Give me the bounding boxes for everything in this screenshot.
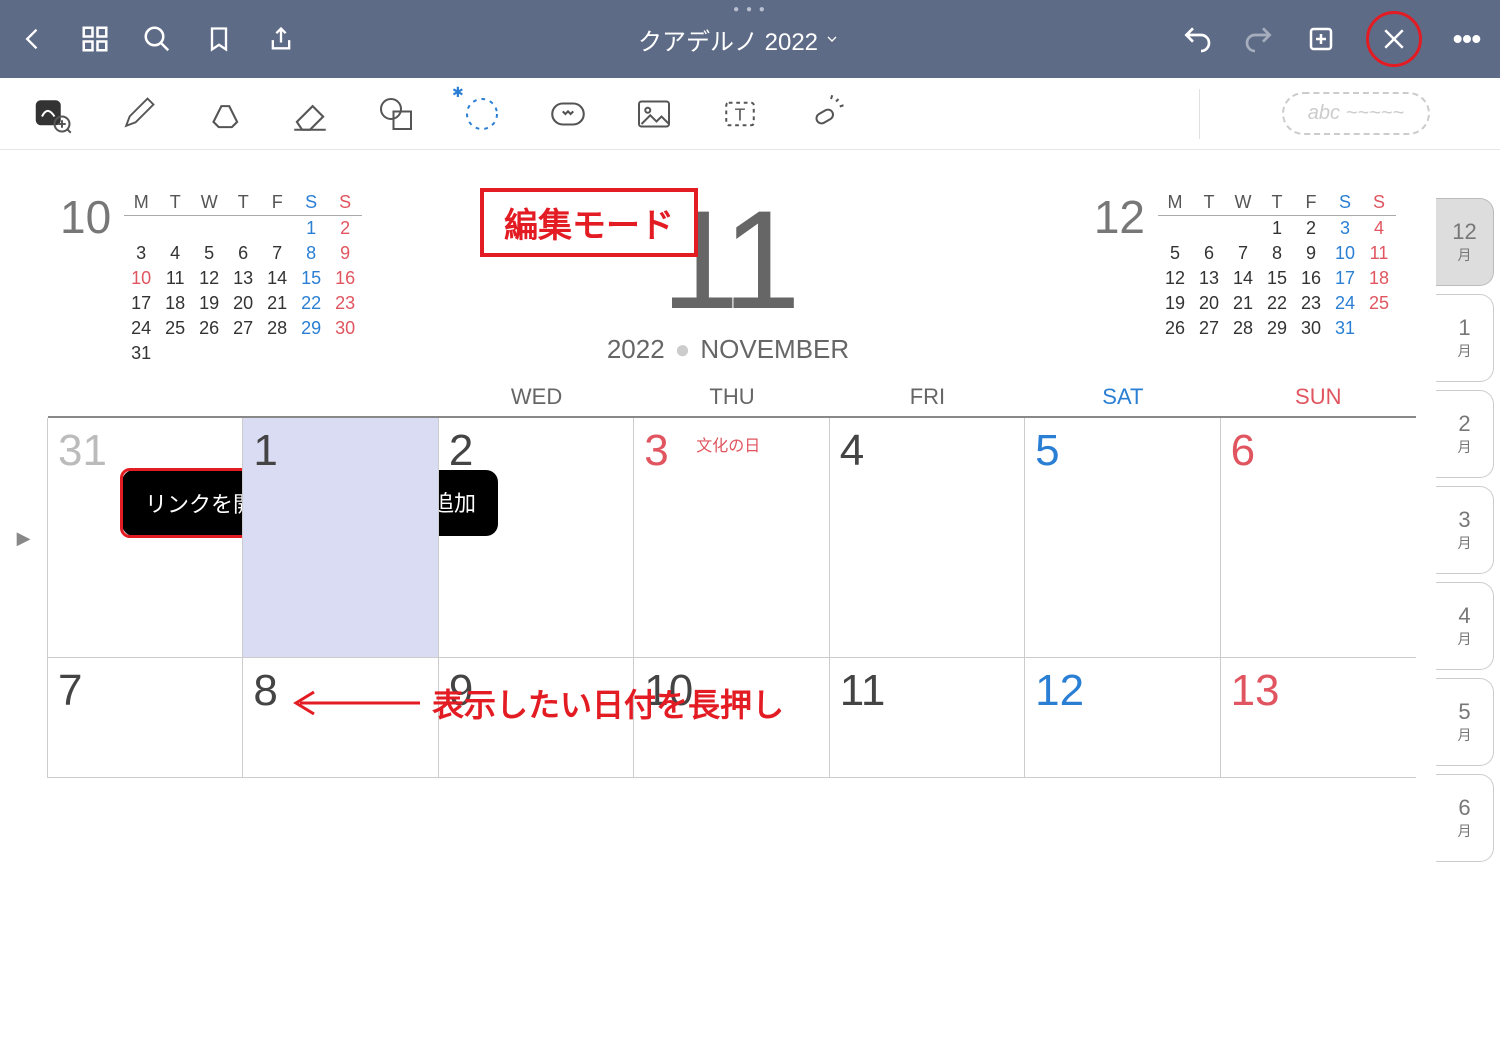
calendar-week-1: ▶31123文化の日456 bbox=[0, 418, 1436, 658]
shapes-tool-icon[interactable] bbox=[374, 92, 418, 136]
calendar-cell[interactable]: 31 bbox=[48, 418, 243, 658]
add-page-icon[interactable] bbox=[1304, 22, 1338, 56]
calendar-cell[interactable]: 4 bbox=[830, 418, 1025, 658]
weekday-thu: THU bbox=[634, 384, 829, 416]
lasso-tool-icon[interactable]: ✱ bbox=[460, 92, 504, 136]
mini-next-month-number: 12 bbox=[1094, 190, 1145, 244]
zoom-tool-icon[interactable] bbox=[30, 92, 74, 136]
calendar-cell[interactable]: 3文化の日 bbox=[634, 418, 829, 658]
month-tab-2[interactable]: 2月 bbox=[1436, 390, 1494, 478]
year-label: 2022 bbox=[607, 334, 665, 364]
mini-calendar-next[interactable]: 12 MTWTFSS123456789101112131415161718192… bbox=[1094, 190, 1396, 341]
calendar-cell[interactable]: 11 bbox=[830, 658, 1025, 778]
month-tab-12[interactable]: 12月 bbox=[1436, 198, 1494, 286]
redo-icon[interactable] bbox=[1242, 22, 1276, 56]
calendar-cell[interactable]: 2 bbox=[439, 418, 634, 658]
weekday-fri: FRI bbox=[830, 384, 1025, 416]
mini-prev-month-number: 10 bbox=[60, 190, 111, 244]
calendar-cell[interactable]: 7 bbox=[48, 658, 243, 778]
more-icon[interactable] bbox=[1450, 22, 1484, 56]
calendar-page: 編集モード 10 MTWTFSS123456789101112131415161… bbox=[0, 150, 1436, 1050]
chevron-down-icon bbox=[824, 31, 840, 47]
weekday-sat: SAT bbox=[1025, 384, 1220, 416]
week-gutter[interactable] bbox=[0, 658, 48, 778]
close-icon bbox=[1379, 24, 1409, 54]
calendar-cell[interactable]: 5 bbox=[1025, 418, 1220, 658]
month-tab-3[interactable]: 3月 bbox=[1436, 486, 1494, 574]
calendar-cell[interactable]: 12 bbox=[1025, 658, 1220, 778]
document-title-text: クアデルノ 2022 bbox=[638, 22, 818, 57]
sticker-tool-icon[interactable] bbox=[546, 92, 590, 136]
month-tabs: 12月 1月2月3月4月5月6月 bbox=[1436, 150, 1500, 1050]
titlebar: ● ● ● クアデルノ 2022 bbox=[0, 0, 1500, 78]
weekday-tue bbox=[243, 384, 438, 416]
document-title[interactable]: クアデルノ 2022 bbox=[298, 22, 1180, 57]
month-tab-5[interactable]: 5月 bbox=[1436, 678, 1494, 766]
calendar-cell[interactable]: 13 bbox=[1221, 658, 1416, 778]
search-icon[interactable] bbox=[140, 22, 174, 56]
calendar-cell[interactable]: 6 bbox=[1221, 418, 1416, 658]
back-icon[interactable] bbox=[16, 22, 50, 56]
weekday-mon bbox=[48, 384, 243, 416]
highlighter-tool-icon[interactable] bbox=[202, 92, 246, 136]
month-tab-4[interactable]: 4月 bbox=[1436, 582, 1494, 670]
laser-tool-icon[interactable] bbox=[804, 92, 848, 136]
bookmark-icon[interactable] bbox=[202, 22, 236, 56]
pen-tool-icon[interactable] bbox=[116, 92, 160, 136]
eraser-tool-icon[interactable] bbox=[288, 92, 332, 136]
annotation-edit-mode-label: 編集モード bbox=[480, 188, 698, 257]
month-name: NOVEMBER bbox=[700, 334, 849, 364]
thumbnails-icon[interactable] bbox=[78, 22, 112, 56]
svg-text:T: T bbox=[735, 104, 746, 124]
weekday-sun: SUN bbox=[1221, 384, 1416, 416]
handwriting-placeholder[interactable]: abc ~~~~~ bbox=[1282, 92, 1430, 135]
drawing-toolbar: ✱ T abc ~~~~~ bbox=[0, 78, 1500, 150]
weekday-header: WEDTHUFRISATSUN bbox=[0, 384, 1436, 416]
mini-calendar-prev[interactable]: 10 MTWTFSS123456789101112131415161718192… bbox=[60, 190, 362, 366]
image-tool-icon[interactable] bbox=[632, 92, 676, 136]
text-tool-icon[interactable]: T bbox=[718, 92, 762, 136]
calendar-cell[interactable]: 1 bbox=[243, 418, 438, 658]
weekday-wed: WED bbox=[439, 384, 634, 416]
share-icon[interactable] bbox=[264, 22, 298, 56]
month-tab-1[interactable]: 1月 bbox=[1436, 294, 1494, 382]
month-tab-6[interactable]: 6月 bbox=[1436, 774, 1494, 862]
drag-handle-dots[interactable]: ● ● ● bbox=[733, 4, 767, 15]
week-gutter[interactable]: ▶ bbox=[0, 418, 48, 658]
close-edit-button[interactable] bbox=[1366, 11, 1422, 67]
undo-icon[interactable] bbox=[1180, 22, 1214, 56]
annotation-arrow-hint: 表示したい日付を長押し bbox=[290, 680, 784, 726]
